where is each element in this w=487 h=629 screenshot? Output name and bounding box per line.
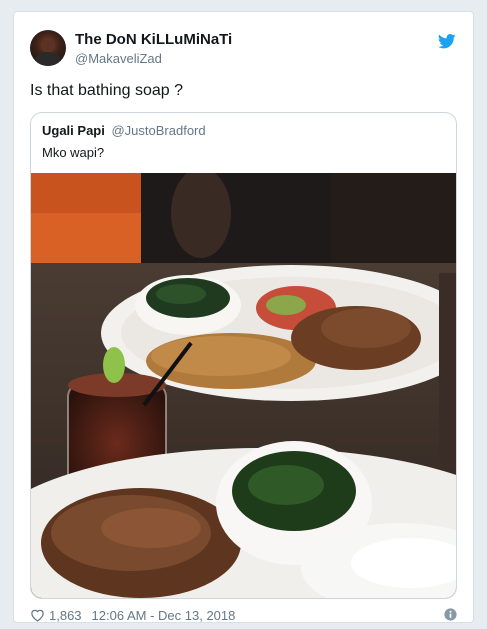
like-count[interactable]: 1,863	[49, 608, 82, 623]
tweet-text: Is that bathing soap ?	[30, 82, 183, 99]
author-display-name[interactable]: The DoN KiLLuMiNaTi	[75, 31, 232, 48]
twitter-bird-icon[interactable]	[438, 34, 456, 49]
quoted-tweet[interactable]: Ugali Papi @JustoBradford Mko wapi?	[30, 112, 457, 599]
tweet-timestamp[interactable]: 12:06 AM - Dec 13, 2018	[92, 608, 236, 623]
embedded-tweet-card: The DoN KiLLuMiNaTi @MakaveliZad Is that…	[13, 11, 474, 623]
author-handle[interactable]: @MakaveliZad	[75, 51, 162, 66]
tweet-footer: 1,863 12:06 AM - Dec 13, 2018	[30, 606, 235, 624]
quoted-author-handle[interactable]: @JustoBradford	[111, 123, 205, 138]
quoted-tweet-header: Ugali Papi @JustoBradford	[42, 123, 206, 138]
quoted-tweet-text: Mko wapi?	[42, 145, 105, 160]
food-photo[interactable]	[31, 173, 456, 598]
user-avatar[interactable]	[30, 30, 66, 66]
heart-icon[interactable]	[30, 608, 45, 622]
quoted-author-name[interactable]: Ugali Papi	[42, 123, 105, 138]
info-icon[interactable]	[444, 608, 457, 621]
